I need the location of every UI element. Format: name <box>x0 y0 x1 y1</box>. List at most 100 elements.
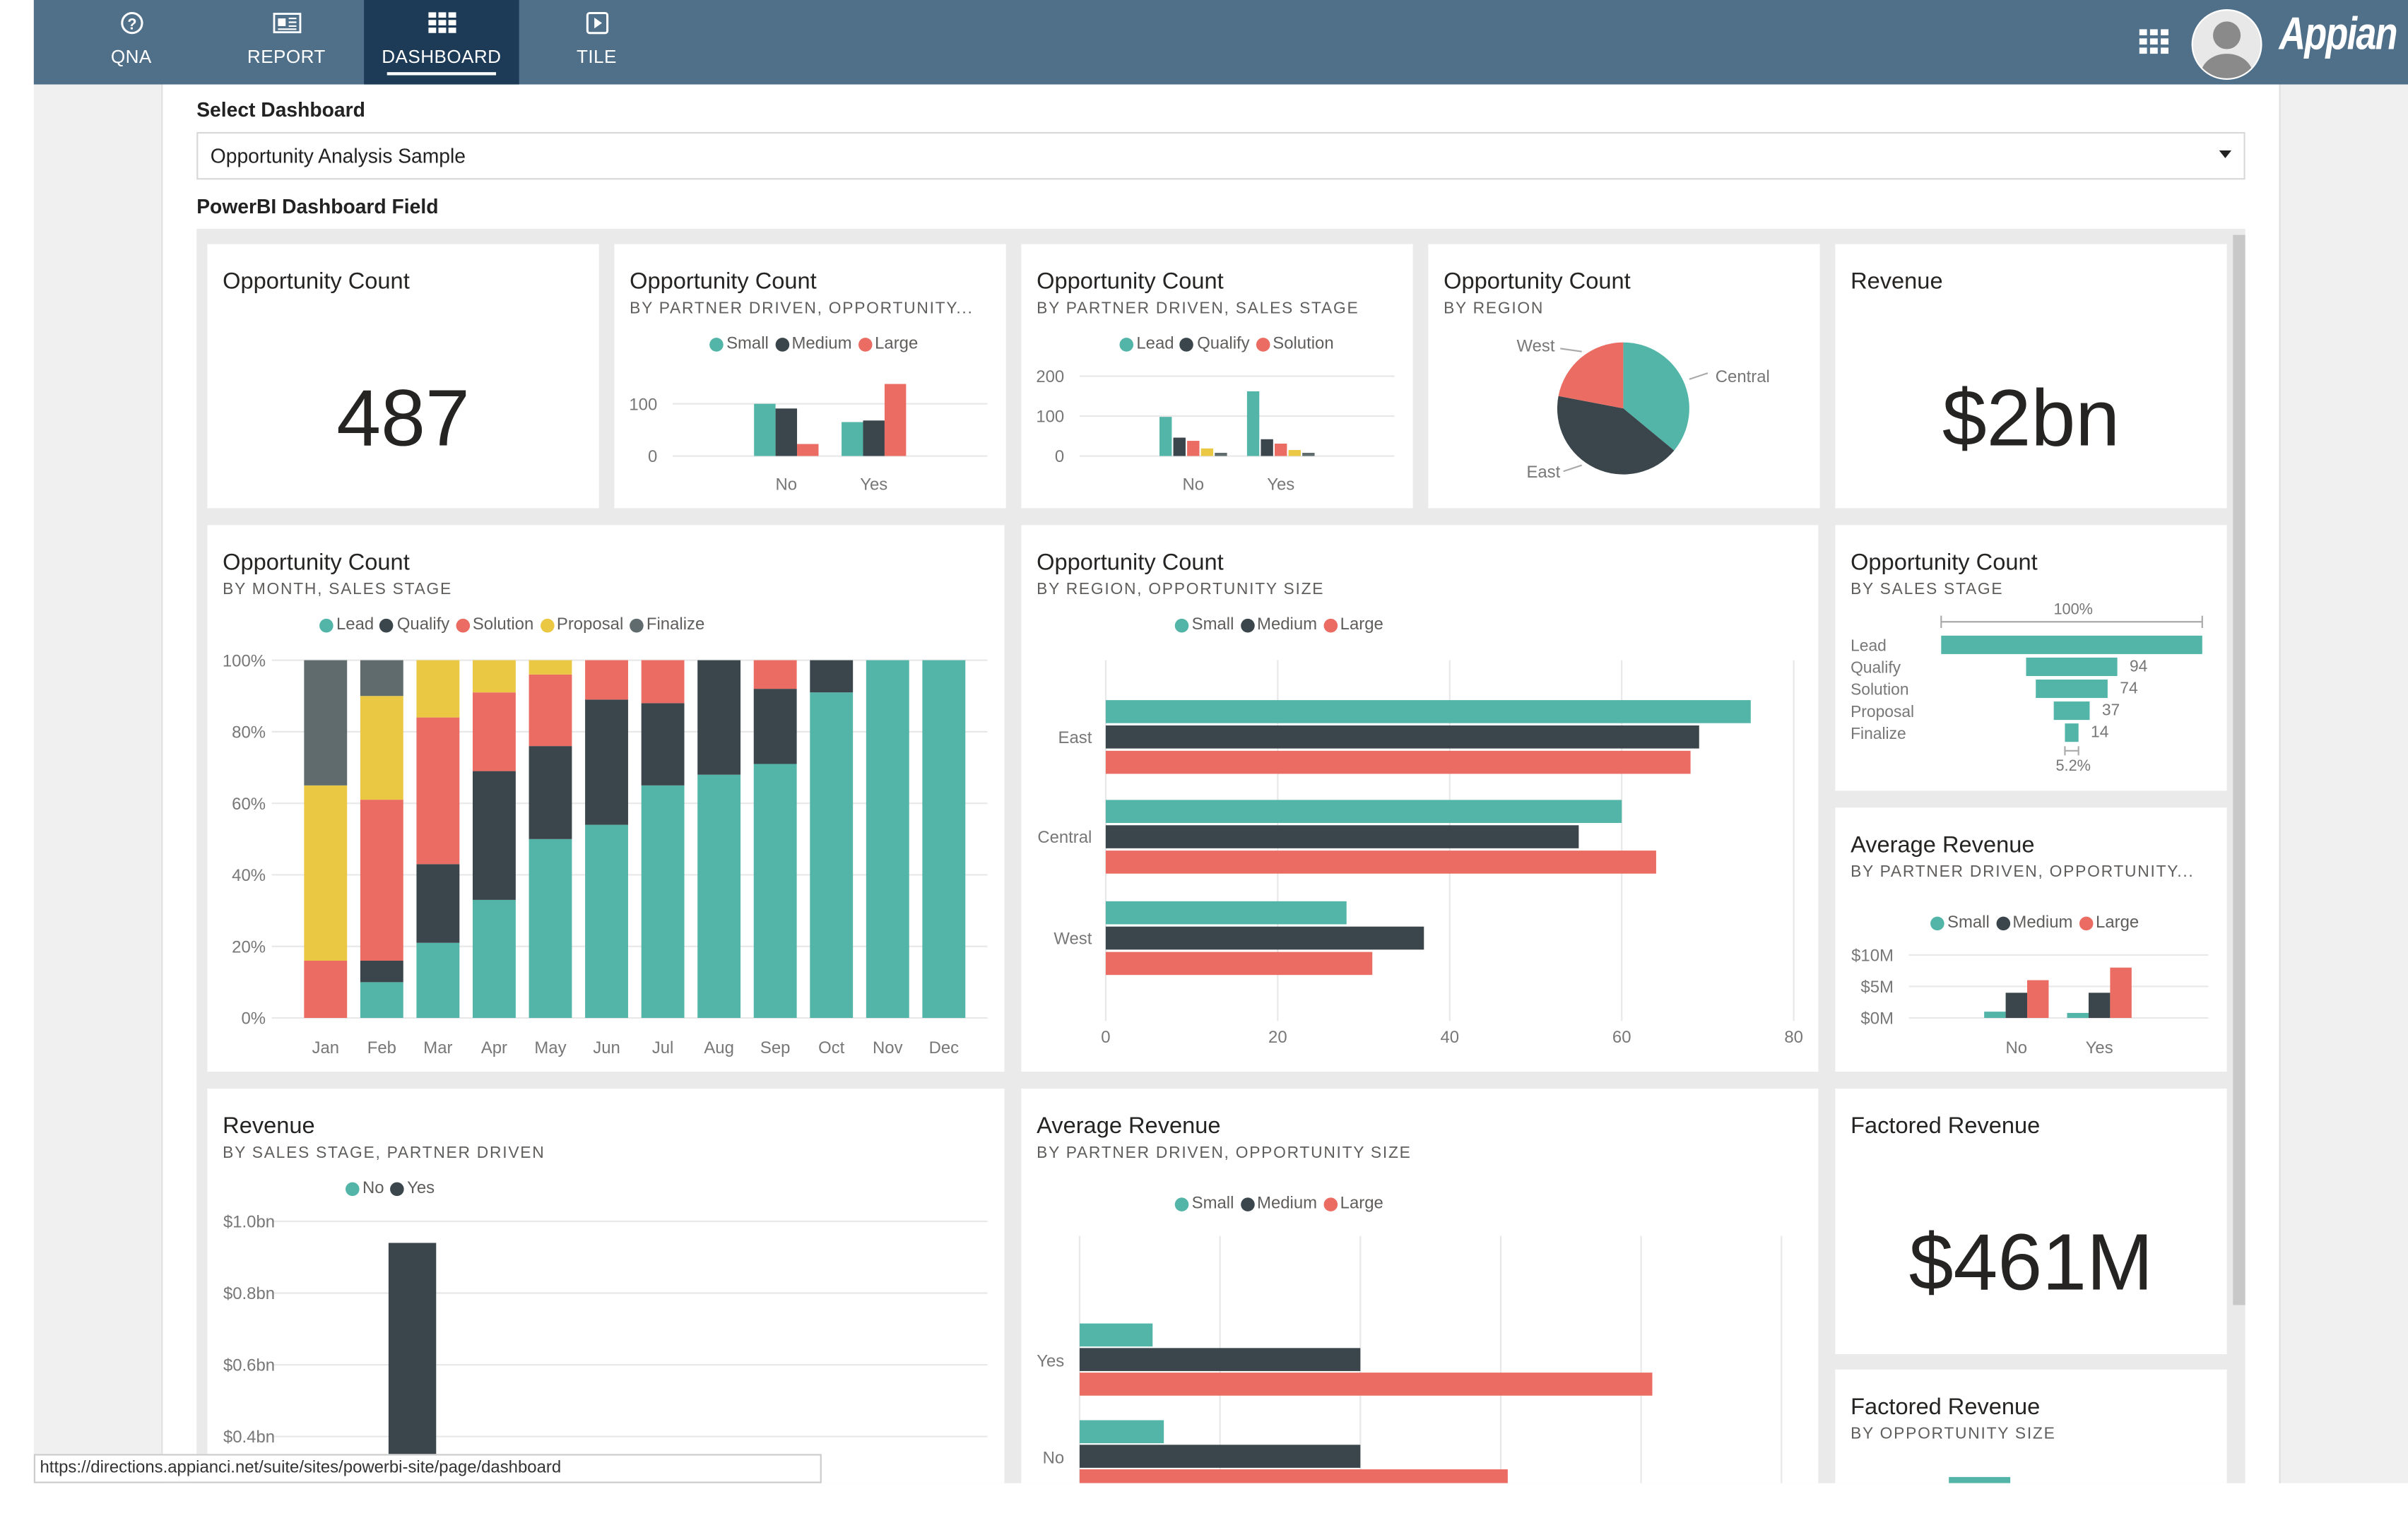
tile-revenue-card[interactable]: Revenue $2bn <box>1835 244 2227 509</box>
bar-segment-feb-solution[interactable] <box>360 800 403 961</box>
bar-partial[interactable] <box>1949 1476 2011 1483</box>
tab-report[interactable]: REPORT <box>209 0 365 85</box>
bar-segment-may-solution[interactable] <box>529 674 572 747</box>
bar-segment-jul-solution[interactable] <box>641 660 685 704</box>
bar-no-medium[interactable] <box>2005 992 2028 1019</box>
bar-yes-small[interactable] <box>2067 1012 2089 1019</box>
tab-qna[interactable]: ? QNA <box>54 0 209 85</box>
bar-segment-jun-lead[interactable] <box>585 824 628 1019</box>
bar-segment-jul-lead[interactable] <box>641 785 685 1019</box>
bar-segment-jul-qualify[interactable] <box>641 703 685 786</box>
bar-yes[interactable] <box>388 1243 437 1483</box>
bar-segment-feb-proposal[interactable] <box>360 696 403 800</box>
bar-segment-may-proposal[interactable] <box>529 660 572 675</box>
dashboard-select[interactable]: Opportunity Analysis Sample <box>196 131 2245 180</box>
bar-segment-jan-finalize[interactable] <box>304 660 348 786</box>
bar-no-large[interactable] <box>1079 1469 1508 1483</box>
bar-segment-feb-finalize[interactable] <box>360 660 403 697</box>
tile-avg-revenue-partner-size-h[interactable]: Average Revenue BY PARTNER DRIVEN, OPPORT… <box>1021 1089 1819 1483</box>
tile-opp-count-region-size[interactable]: Opportunity Count BY REGION, OPPORTUNITY … <box>1021 525 1819 1072</box>
funnel-bar-qualify[interactable] <box>2026 657 2118 676</box>
bar-segment-jan-solution[interactable] <box>304 961 348 1019</box>
bar-yes-medium[interactable] <box>1079 1348 1361 1371</box>
bar-east-medium[interactable] <box>1105 725 1699 749</box>
bar-yes-large[interactable] <box>2110 967 2132 1019</box>
bar-segment-may-qualify[interactable] <box>529 746 572 839</box>
bar-segment-sep-solution[interactable] <box>753 660 797 689</box>
bar-segment-jan-proposal[interactable] <box>304 785 348 961</box>
bar-segment-aug-lead[interactable] <box>697 774 741 1019</box>
bar-yes-medium[interactable] <box>863 420 885 456</box>
bar-segment-jun-qualify[interactable] <box>585 699 628 825</box>
bar-segment-sep-qualify[interactable] <box>753 689 797 764</box>
bar-yes-finalize[interactable] <box>1302 453 1315 456</box>
tile-opportunity-count-card[interactable]: Opportunity Count 487 <box>207 244 599 509</box>
bar-segment-oct-lead[interactable] <box>810 692 854 1019</box>
bar-segment-apr-lead[interactable] <box>473 899 516 1019</box>
bar-yes-medium[interactable] <box>2088 992 2111 1019</box>
bar-central-medium[interactable] <box>1105 825 1579 848</box>
bar-no-lead[interactable] <box>1159 417 1172 456</box>
bar-no-small[interactable] <box>1079 1420 1164 1444</box>
bar-segment-oct-qualify[interactable] <box>810 660 854 693</box>
bar-segment-apr-proposal[interactable] <box>473 660 516 693</box>
bar-no-solution[interactable] <box>1187 441 1200 456</box>
apps-grid-icon[interactable] <box>2139 29 2170 64</box>
bar-yes-small[interactable] <box>1079 1323 1153 1347</box>
bar-central-small[interactable] <box>1105 800 1622 823</box>
bar-no-qualify[interactable] <box>1173 437 1186 456</box>
bar-west-large[interactable] <box>1105 952 1373 976</box>
tile-opp-count-sales-stage[interactable]: Opportunity Count BY SALES STAGE 100% Lead Q… <box>1835 525 2227 791</box>
bar-no-small[interactable] <box>1984 1012 2006 1019</box>
tile-factored-revenue-size[interactable]: Factored Revenue BY OPPORTUNITY SIZE <box>1835 1369 2227 1483</box>
funnel-bar-finalize[interactable] <box>2065 723 2079 742</box>
bar-segment-feb-lead[interactable] <box>360 982 403 1019</box>
bar-no-small[interactable] <box>754 403 776 456</box>
user-avatar-icon[interactable] <box>2191 9 2262 81</box>
bar-central-large[interactable] <box>1105 851 1656 874</box>
bar-segment-dec-lead[interactable] <box>922 660 966 1019</box>
bar-yes-large[interactable] <box>1079 1373 1653 1396</box>
bar-yes-small[interactable] <box>842 422 863 456</box>
bar-segment-may-lead[interactable] <box>529 838 572 1019</box>
bar-west-medium[interactable] <box>1105 926 1424 950</box>
bar-no-proposal[interactable] <box>1200 448 1214 456</box>
bar-no-large[interactable] <box>2027 980 2049 1019</box>
tile-opp-count-partner-size[interactable]: Opportunity Count BY PARTNER DRIVEN, OPPO… <box>614 244 1006 509</box>
bar-segment-aug-qualify[interactable] <box>697 660 741 775</box>
bar-segment-jun-solution[interactable] <box>585 660 628 700</box>
tile-opp-count-region[interactable]: Opportunity Count BY REGION Central East Wes… <box>1428 244 1820 509</box>
bar-west-small[interactable] <box>1105 901 1347 925</box>
bar-no-finalize[interactable] <box>1215 453 1227 456</box>
bar-segment-mar-lead[interactable] <box>416 942 460 1019</box>
bar-segment-sep-lead[interactable] <box>753 764 797 1019</box>
bar-segment-feb-qualify[interactable] <box>360 961 403 983</box>
bar-yes-lead[interactable] <box>1246 391 1260 456</box>
tile-opp-count-partner-stage[interactable]: Opportunity Count BY PARTNER DRIVEN, SALE… <box>1021 244 1413 509</box>
bar-east-small[interactable] <box>1105 700 1751 723</box>
bar-yes-proposal[interactable] <box>1288 450 1301 456</box>
bar-yes-large[interactable] <box>884 384 907 456</box>
tile-opp-count-month-stage[interactable]: Opportunity Count BY MONTH, SALES STAGE Le… <box>207 525 1005 1072</box>
funnel-bar-solution[interactable] <box>2036 679 2108 699</box>
bar-no-medium[interactable] <box>1079 1445 1361 1468</box>
bar-yes-qualify[interactable] <box>1261 439 1273 456</box>
bar-no-large[interactable] <box>797 444 819 456</box>
tab-tile[interactable]: TILE <box>519 0 675 85</box>
bar-yes-solution[interactable] <box>1275 444 1287 456</box>
bar-no-medium[interactable] <box>775 408 798 456</box>
bar-segment-nov-lead[interactable] <box>866 660 909 1019</box>
bar-east-large[interactable] <box>1105 750 1691 774</box>
tile-revenue-stage-partner[interactable]: Revenue BY SALES STAGE, PARTNER DRIVEN No Y… <box>207 1089 1005 1483</box>
bar-segment-mar-solution[interactable] <box>416 717 460 865</box>
funnel-bar-lead[interactable] <box>1941 635 2202 654</box>
bar-segment-apr-qualify[interactable] <box>473 771 516 900</box>
dashboard-scrollbar[interactable] <box>2233 235 2245 1305</box>
bar-segment-mar-proposal[interactable] <box>416 660 460 718</box>
funnel-bar-proposal[interactable] <box>2053 701 2090 721</box>
bar-segment-apr-solution[interactable] <box>473 692 516 771</box>
tile-avg-revenue-partner-size[interactable]: Average Revenue BY PARTNER DRIVEN, OPPORT… <box>1835 807 2227 1072</box>
bar-segment-mar-qualify[interactable] <box>416 864 460 943</box>
tab-dashboard[interactable]: DASHBOARD <box>364 0 519 85</box>
tile-factored-revenue-card[interactable]: Factored Revenue $461M <box>1835 1089 2227 1355</box>
